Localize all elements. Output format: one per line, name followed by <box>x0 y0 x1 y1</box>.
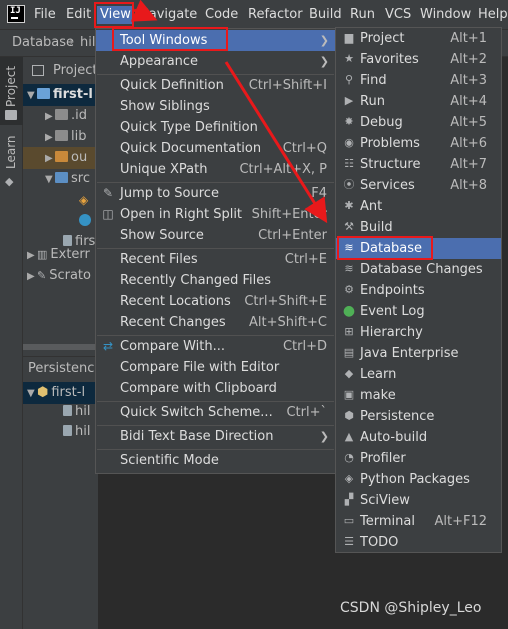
arrow-to-submenu <box>224 61 328 224</box>
watermark: CSDN @Shipley_Leo <box>340 600 482 616</box>
annotation-arrows <box>130 0 328 224</box>
arrow-to-menu <box>130 0 158 22</box>
